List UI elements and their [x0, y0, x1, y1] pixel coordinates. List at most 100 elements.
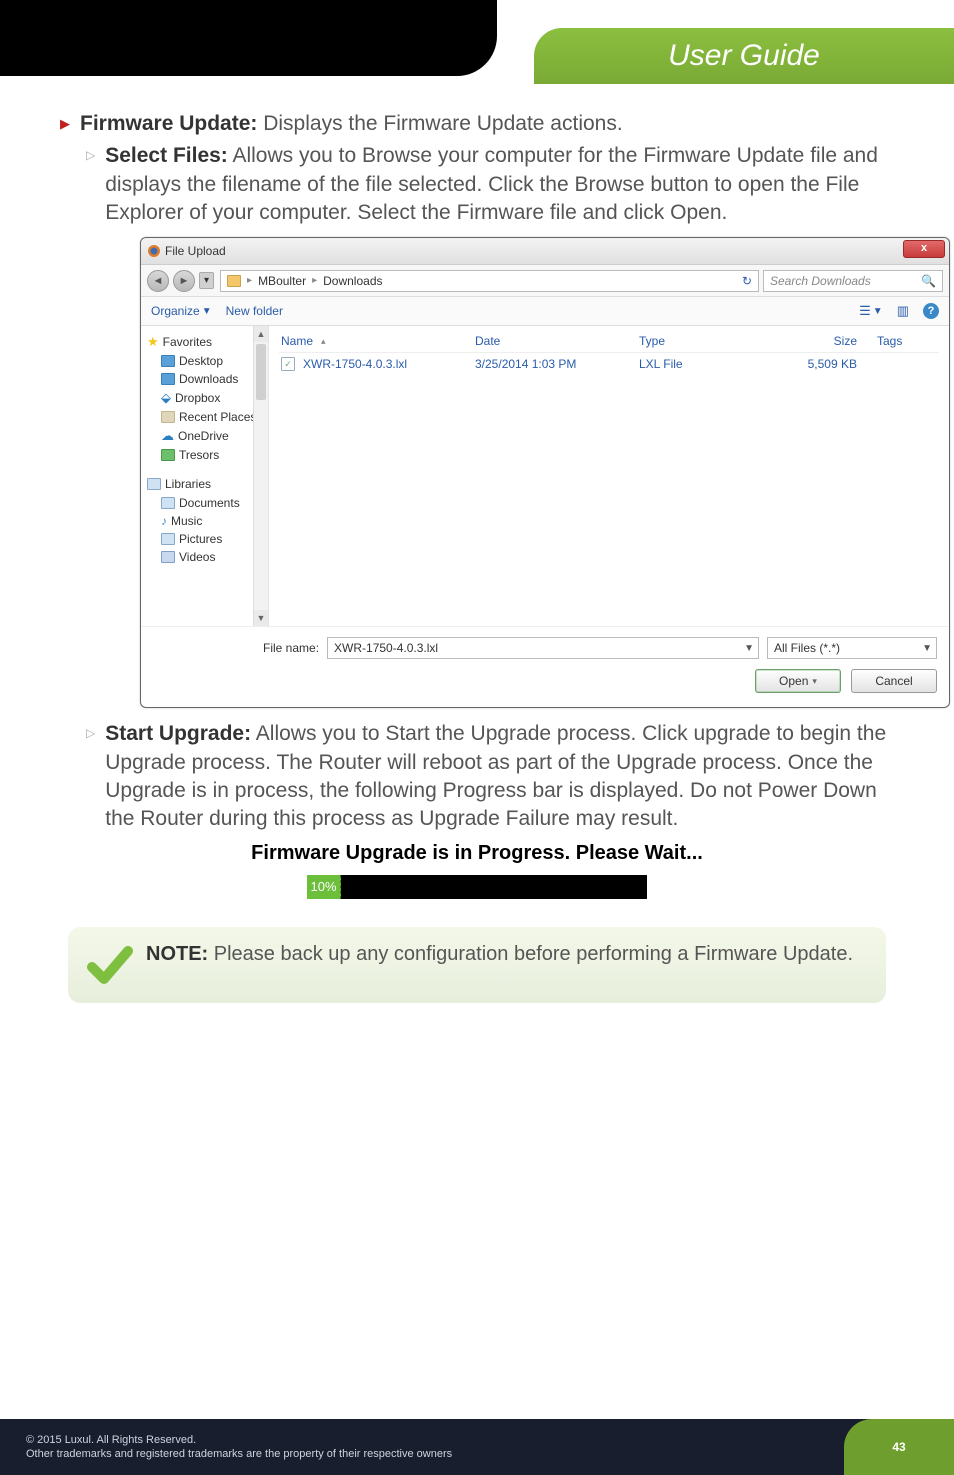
sidebar-item-tresors[interactable]: Tresors — [145, 446, 264, 464]
firefox-icon — [147, 244, 161, 258]
videos-icon — [161, 551, 175, 563]
pictures-icon — [161, 533, 175, 545]
page-number-badge: 43 — [844, 1419, 954, 1475]
file-row[interactable]: ✓ XWR-1750-4.0.3.lxl 3/25/2014 1:03 PM LX… — [279, 353, 939, 375]
organize-button[interactable]: Organize▼ — [151, 304, 212, 318]
progress-bar: 10% — [307, 875, 647, 899]
file-name-input[interactable]: XWR-1750-4.0.3.lxl ▼ — [327, 637, 759, 659]
sidebar-item-label: Music — [171, 514, 202, 528]
organize-label: Organize — [151, 304, 200, 318]
scroll-down-icon[interactable]: ▼ — [254, 610, 268, 626]
new-folder-button[interactable]: New folder — [226, 304, 283, 318]
breadcrumb-folder[interactable]: Downloads — [323, 274, 382, 288]
file-name: XWR-1750-4.0.3.lxl — [303, 357, 407, 371]
sidebar-item-downloads[interactable]: Downloads — [145, 370, 264, 388]
file-upload-dialog: File Upload x ◄ ► ▾ ▸ MBoulter ▸ Downloa… — [140, 237, 950, 708]
breadcrumb[interactable]: ▸ MBoulter ▸ Downloads ↻ — [220, 270, 759, 292]
progress-bar-container: 10% — [307, 875, 647, 899]
search-input[interactable]: Search Downloads 🔍 — [763, 270, 943, 292]
column-name[interactable]: Name ▴ — [281, 334, 471, 348]
column-name-label: Name — [281, 334, 313, 348]
chevron-down-icon[interactable]: ▼ — [744, 643, 754, 654]
file-name-label: File name: — [263, 641, 319, 655]
onedrive-icon: ☁ — [161, 428, 174, 444]
refresh-icon[interactable]: ↻ — [742, 274, 752, 288]
sidebar-favorites[interactable]: ★Favorites — [145, 332, 264, 352]
sidebar-item-label: Videos — [179, 550, 215, 564]
page-title: User Guide — [668, 39, 820, 73]
open-button-label: Open — [779, 674, 808, 688]
file-icon: ✓ — [281, 357, 295, 371]
select-files-label: Select Files: — [105, 144, 228, 167]
sidebar-item-label: Desktop — [179, 354, 223, 368]
sidebar-item-label: Downloads — [179, 372, 238, 386]
note-text: NOTE: Please back up any configuration b… — [146, 941, 853, 968]
open-button[interactable]: Open ▾ — [755, 669, 841, 693]
sidebar-item-videos[interactable]: Videos — [145, 548, 264, 566]
sidebar-item-music[interactable]: ♪ Music — [145, 512, 264, 530]
sidebar-item-label: Dropbox — [175, 391, 220, 405]
chevron-down-icon: ▼ — [202, 306, 212, 317]
file-name-value: XWR-1750-4.0.3.lxl — [334, 641, 438, 655]
sidebar-libraries[interactable]: Libraries — [145, 474, 264, 494]
cancel-button[interactable]: Cancel — [851, 669, 937, 693]
sub-bullet-arrow-icon: ▷ — [86, 148, 95, 162]
nav-dropdown-button[interactable]: ▾ — [199, 272, 214, 289]
footer: © 2015 Luxul. All Rights Reserved. Other… — [0, 1419, 954, 1475]
sidebar-item-label: Documents — [179, 496, 240, 510]
footer-line1: © 2015 Luxul. All Rights Reserved. — [26, 1433, 452, 1447]
libraries-icon — [147, 478, 161, 490]
file-size: 5,509 KB — [773, 357, 873, 371]
file-type: LXL File — [639, 357, 769, 371]
breadcrumb-root[interactable]: MBoulter — [258, 274, 306, 288]
desktop-icon — [161, 355, 175, 367]
preview-pane-icon[interactable]: ▥ — [897, 303, 909, 319]
note-label: NOTE: — [146, 943, 208, 965]
file-tags — [877, 357, 937, 371]
sidebar-scrollbar[interactable]: ▲ ▼ — [253, 326, 268, 626]
close-button[interactable]: x — [903, 240, 945, 258]
column-type[interactable]: Type — [639, 334, 769, 348]
nav-forward-button[interactable]: ► — [173, 270, 195, 292]
view-icon: ☰ — [859, 303, 871, 319]
tresors-icon — [161, 449, 175, 461]
scroll-thumb[interactable] — [256, 344, 266, 400]
sidebar-item-label: Tresors — [179, 448, 219, 462]
firmware-update-text: Firmware Update: Displays the Firmware U… — [80, 110, 623, 138]
file-filter-value: All Files (*.*) — [774, 641, 840, 655]
folder-icon — [227, 275, 241, 287]
dialog-titlebar[interactable]: File Upload x — [141, 238, 949, 264]
chevron-down-icon[interactable]: ▼ — [922, 643, 932, 654]
sort-asc-icon: ▴ — [321, 336, 326, 347]
page-number: 43 — [892, 1440, 905, 1454]
header-title-panel: User Guide — [534, 28, 954, 84]
chevron-right-icon: ▸ — [247, 275, 252, 286]
sidebar-item-pictures[interactable]: Pictures — [145, 530, 264, 548]
sidebar-item-documents[interactable]: Documents — [145, 494, 264, 512]
sidebar-item-dropbox[interactable]: ⬙Dropbox — [145, 388, 264, 408]
nav-back-button[interactable]: ◄ — [147, 270, 169, 292]
view-button[interactable]: ☰▼ — [859, 303, 883, 319]
column-tags[interactable]: Tags — [877, 334, 937, 348]
file-filter-dropdown[interactable]: All Files (*.*) ▼ — [767, 637, 937, 659]
chevron-down-icon: ▼ — [873, 306, 883, 317]
sidebar-item-desktop[interactable]: Desktop — [145, 352, 264, 370]
start-upgrade-row: ▷ Start Upgrade: Allows you to Start the… — [60, 720, 894, 833]
chevron-right-icon: ▸ — [312, 275, 317, 286]
scroll-up-icon[interactable]: ▲ — [254, 326, 268, 342]
progress-fill: 10% — [307, 875, 341, 899]
firmware-update-row: ▶ Firmware Update: Displays the Firmware… — [60, 110, 894, 138]
column-date[interactable]: Date — [475, 334, 635, 348]
sidebar-item-onedrive[interactable]: ☁ OneDrive — [145, 426, 264, 446]
music-icon: ♪ — [161, 514, 167, 528]
split-caret-icon: ▾ — [812, 676, 817, 687]
file-list: Name ▴ Date Type Size Tags ✓ XWR-1750-4.0.… — [269, 326, 949, 626]
column-size[interactable]: Size — [773, 334, 873, 348]
help-icon[interactable]: ? — [923, 303, 939, 319]
sidebar-item-recent[interactable]: Recent Places — [145, 408, 264, 426]
sidebar-item-label: OneDrive — [178, 429, 229, 443]
firmware-update-desc: Displays the Firmware Update actions. — [257, 112, 622, 135]
header-left-black — [0, 0, 497, 76]
file-date: 3/25/2014 1:03 PM — [475, 357, 635, 371]
sidebar-item-label: Recent Places — [179, 410, 256, 424]
